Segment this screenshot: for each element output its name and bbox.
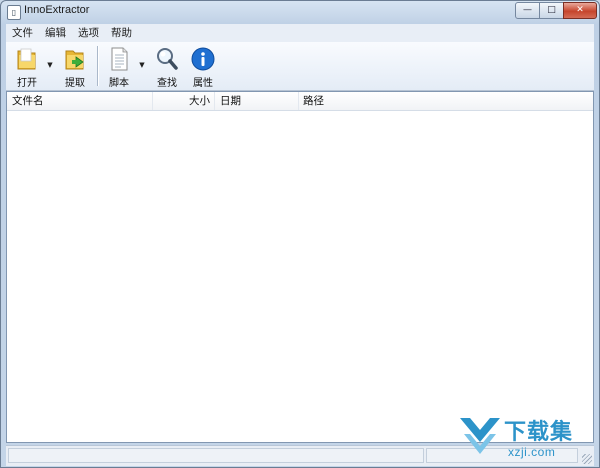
- watermark-logo-icon: [460, 418, 500, 454]
- close-button[interactable]: ✕: [563, 2, 597, 19]
- toolbar-separator: [97, 46, 99, 86]
- list-header: 文件名 大小 日期 路径: [7, 92, 593, 111]
- column-header-size[interactable]: 大小: [153, 92, 215, 110]
- script-button[interactable]: 脚本: [102, 44, 136, 89]
- file-list[interactable]: 文件名 大小 日期 路径: [6, 91, 594, 443]
- minimize-button[interactable]: —: [515, 2, 540, 19]
- watermark-title: 下载集: [504, 420, 574, 445]
- properties-button[interactable]: 属性: [186, 44, 220, 89]
- app-window: ▯ InnoExtractor — □ ✕ 文件 编辑 选项 帮助 打开 ▼ 提…: [0, 0, 600, 468]
- script-dropdown-arrow[interactable]: ▼: [138, 60, 146, 70]
- watermark-subtitle: xzji.com: [508, 445, 556, 459]
- find-button[interactable]: 查找: [150, 44, 184, 89]
- maximize-button[interactable]: □: [539, 2, 564, 19]
- watermark: 下载集 xzji.com: [458, 412, 596, 464]
- script-label: 脚本: [109, 78, 129, 89]
- folder-extract-icon: [65, 50, 84, 70]
- menu-item-options[interactable]: 选项: [72, 24, 105, 42]
- menu-item-file[interactable]: 文件: [6, 24, 39, 42]
- extract-label: 提取: [65, 78, 85, 89]
- column-header-filename[interactable]: 文件名: [7, 92, 153, 110]
- open-button[interactable]: 打开: [10, 44, 44, 89]
- app-icon[interactable]: ▯: [7, 5, 21, 20]
- document-icon: [111, 47, 128, 71]
- status-pane-main: [8, 448, 424, 463]
- title-bar[interactable]: ▯ InnoExtractor — □ ✕: [1, 1, 599, 23]
- properties-label: 属性: [193, 78, 213, 89]
- menu-item-edit[interactable]: 编辑: [39, 24, 72, 42]
- list-body[interactable]: [7, 111, 593, 442]
- open-label: 打开: [17, 78, 37, 89]
- window-title: InnoExtractor: [24, 4, 90, 16]
- menu-item-help[interactable]: 帮助: [105, 24, 138, 42]
- folder-open-icon: [17, 48, 36, 70]
- toolbar: 打开 ▼ 提取 脚本 ▼ 查找 属性: [6, 42, 594, 91]
- menu-bar: 文件 编辑 选项 帮助: [6, 24, 594, 42]
- column-header-path[interactable]: 路径: [299, 92, 593, 110]
- find-label: 查找: [157, 78, 177, 89]
- column-header-date[interactable]: 日期: [215, 92, 299, 110]
- info-icon: [191, 47, 215, 71]
- open-dropdown-arrow[interactable]: ▼: [46, 60, 54, 70]
- extract-button[interactable]: 提取: [58, 44, 92, 89]
- magnifier-icon: [157, 48, 178, 70]
